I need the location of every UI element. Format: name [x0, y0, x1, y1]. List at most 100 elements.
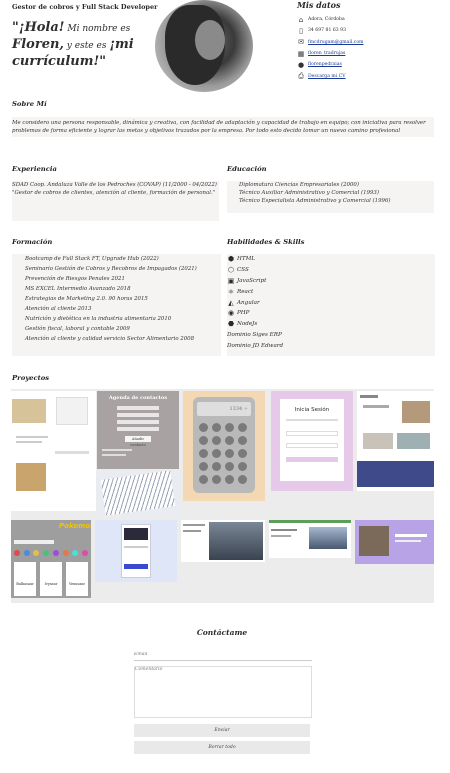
contact-text: 34 697 81 63 93	[308, 28, 346, 34]
calc-key	[225, 436, 234, 445]
linkedin-icon: ▦	[297, 49, 305, 58]
login-title: Inicia Sesión	[294, 407, 330, 413]
skill-item: ⬡ CSS	[227, 265, 435, 276]
github-icon: ●	[297, 60, 305, 69]
calc-key	[225, 462, 234, 471]
skill-item: ⬣ NodeJs	[227, 319, 435, 330]
profile-photo	[155, 0, 253, 92]
send-button[interactable]: Enviar	[134, 724, 310, 737]
agenda-title: Agenda de contactos	[108, 395, 168, 401]
calc-display: 1334 ÷	[197, 402, 251, 416]
project-thumb-mobile-app[interactable]	[95, 520, 177, 582]
experience-title: Experiencia	[12, 165, 57, 173]
contact-info-list: ⌂ Adora, Córdoba ▯ 34 697 81 63 93 ✉ fmcdruga…	[297, 14, 447, 82]
calc-key	[238, 423, 247, 432]
training-item: Seminario Gestión de Cobros y Recobros d…	[25, 266, 197, 272]
contact-link[interactable]: floren_tradrujas	[308, 51, 345, 56]
training-item: Estrategias de Marketing 2.0. 90 horas 2…	[25, 296, 148, 302]
project-thumb-lake[interactable]	[269, 520, 351, 558]
contact-item[interactable]: ✉ fmcdrugam@gmail.com	[297, 37, 447, 48]
greeting-text-2: y este es	[63, 41, 110, 51]
training-title: Formación	[12, 238, 53, 246]
calc-key	[199, 436, 208, 445]
greeting-hola: "¡Hola!	[12, 20, 65, 35]
education-panel: Diplomatura Ciencias Empresariales (2000…	[227, 181, 434, 213]
skill-label: HTML	[237, 256, 256, 263]
training-item: Nutrición y dietética en la industria al…	[25, 316, 172, 322]
contact-link[interactable]: Descarga mi CV	[308, 74, 346, 79]
skill-label: React	[237, 288, 254, 295]
training-item: Gestión fiscal, laboral y contable 2009	[25, 326, 130, 332]
contact-item[interactable]: ▦ floren_tradrujas	[297, 48, 447, 59]
training-item: Atención al cliente y calidad servicio S…	[25, 336, 195, 342]
php-icon: ◉	[227, 309, 235, 318]
skill-item: ⚛ React	[227, 286, 435, 297]
training-item: Bootcamp de Full Stack FT, Upgrade Hub (…	[25, 256, 159, 262]
training-panel: Bootcamp de Full Stack FT, Upgrade Hub (…	[12, 254, 221, 356]
greeting-heading: "¡Hola! Mi nombre es Floren, y este es ¡…	[12, 20, 152, 69]
calc-key	[212, 462, 221, 471]
skill-item: ◉ PHP	[227, 308, 435, 319]
skill-label: Dominio Siges ERP	[227, 331, 282, 338]
calc-key	[212, 436, 221, 445]
react-icon: ⚛	[227, 287, 235, 296]
calc-key	[199, 475, 208, 484]
angular-icon: ◭	[228, 298, 234, 307]
project-thumb-login[interactable]: Inicia Sesión	[271, 391, 353, 491]
contact-item[interactable]: ⎙ Descarga mi CV	[297, 70, 447, 81]
contact-link[interactable]: florenpedraias	[308, 62, 342, 67]
contact-link[interactable]: fmcdrugam@gmail.com	[308, 40, 363, 45]
skill-item: ⬢ HTML	[227, 254, 435, 265]
skills-title: Habilidades & Skills	[227, 238, 305, 246]
education-line: Técnico Auxiliar Administrativo y Comerc…	[239, 190, 379, 196]
education-line: Técnico Especialista Administrativo y Co…	[239, 198, 391, 204]
about-text: Me considero una persona responsable, di…	[12, 117, 434, 137]
experience-line: "Gestor de cobros de clientes, atención …	[12, 190, 216, 196]
email-input[interactable]	[134, 649, 312, 661]
calc-key	[238, 449, 247, 458]
skill-item: ▣ JavaScript	[227, 276, 435, 287]
contact-item: ▯ 34 697 81 63 93	[297, 25, 447, 36]
education-line: Diplomatura Ciencias Empresariales (2000…	[239, 182, 359, 188]
comment-textarea[interactable]	[134, 666, 312, 718]
projects-title: Proyectos	[12, 374, 50, 382]
project-thumb-calculator[interactable]: 1334 ÷	[183, 391, 265, 501]
javascript-icon: ▣	[227, 276, 235, 285]
mail-icon: ✉	[298, 38, 304, 47]
calc-key	[199, 423, 208, 432]
training-item: Atención al cliente 2013	[25, 306, 92, 312]
greeting-name: Floren,	[12, 37, 64, 52]
agenda-add-button: Añadir contacto	[125, 436, 151, 447]
contact-info-title: Mis datos	[297, 0, 341, 10]
project-thumb-food[interactable]	[11, 391, 96, 511]
clear-all-button[interactable]: Borrar todo	[134, 741, 310, 754]
contact-item[interactable]: ● florenpedraias	[297, 59, 447, 70]
skill-item: Dominio JD Edward	[227, 340, 435, 351]
project-thumb-notebook[interactable]	[97, 471, 179, 515]
project-thumb-website[interactable]	[357, 391, 434, 491]
project-thumb-agenda[interactable]: Agenda de contactos Añadir contacto	[97, 391, 179, 469]
skill-label: Angular	[237, 299, 260, 306]
contact-text: Adora, Córdoba	[308, 17, 345, 23]
calc-key	[238, 436, 247, 445]
training-item: MS EXCEL Intermedio Avanzado 2018	[25, 286, 131, 292]
skill-item: ◭ Angular	[227, 297, 435, 308]
skill-label: NodeJs	[237, 321, 258, 328]
calc-key	[225, 449, 234, 458]
experience-line: SDAD Coop. Andaluza Valle de los Pedroch…	[12, 182, 217, 188]
projects-gallery: Agenda de contactos Añadir contacto 1334…	[11, 389, 434, 603]
project-thumb-purple-site[interactable]	[355, 520, 434, 564]
phone-icon: ▯	[299, 26, 303, 35]
calc-key	[225, 423, 234, 432]
calc-key	[238, 475, 247, 484]
skill-label: Dominio JD Edward	[227, 342, 284, 349]
project-thumb-pokedex[interactable]: Pokemon Bulbasaur Ivysaur Venusaur	[11, 520, 91, 598]
pokedex-logo: Pokemon	[59, 522, 91, 530]
pokedex-card-name: Bulbasaur	[16, 582, 34, 586]
project-thumb-landscape[interactable]	[181, 520, 265, 562]
experience-panel: SDAD Coop. Andaluza Valle de los Pedroch…	[12, 181, 219, 221]
skill-label: CSS	[237, 267, 249, 274]
contact-item: ⌂ Adora, Córdoba	[297, 14, 447, 25]
calc-key	[238, 462, 247, 471]
css3-icon: ⬡	[227, 266, 235, 275]
